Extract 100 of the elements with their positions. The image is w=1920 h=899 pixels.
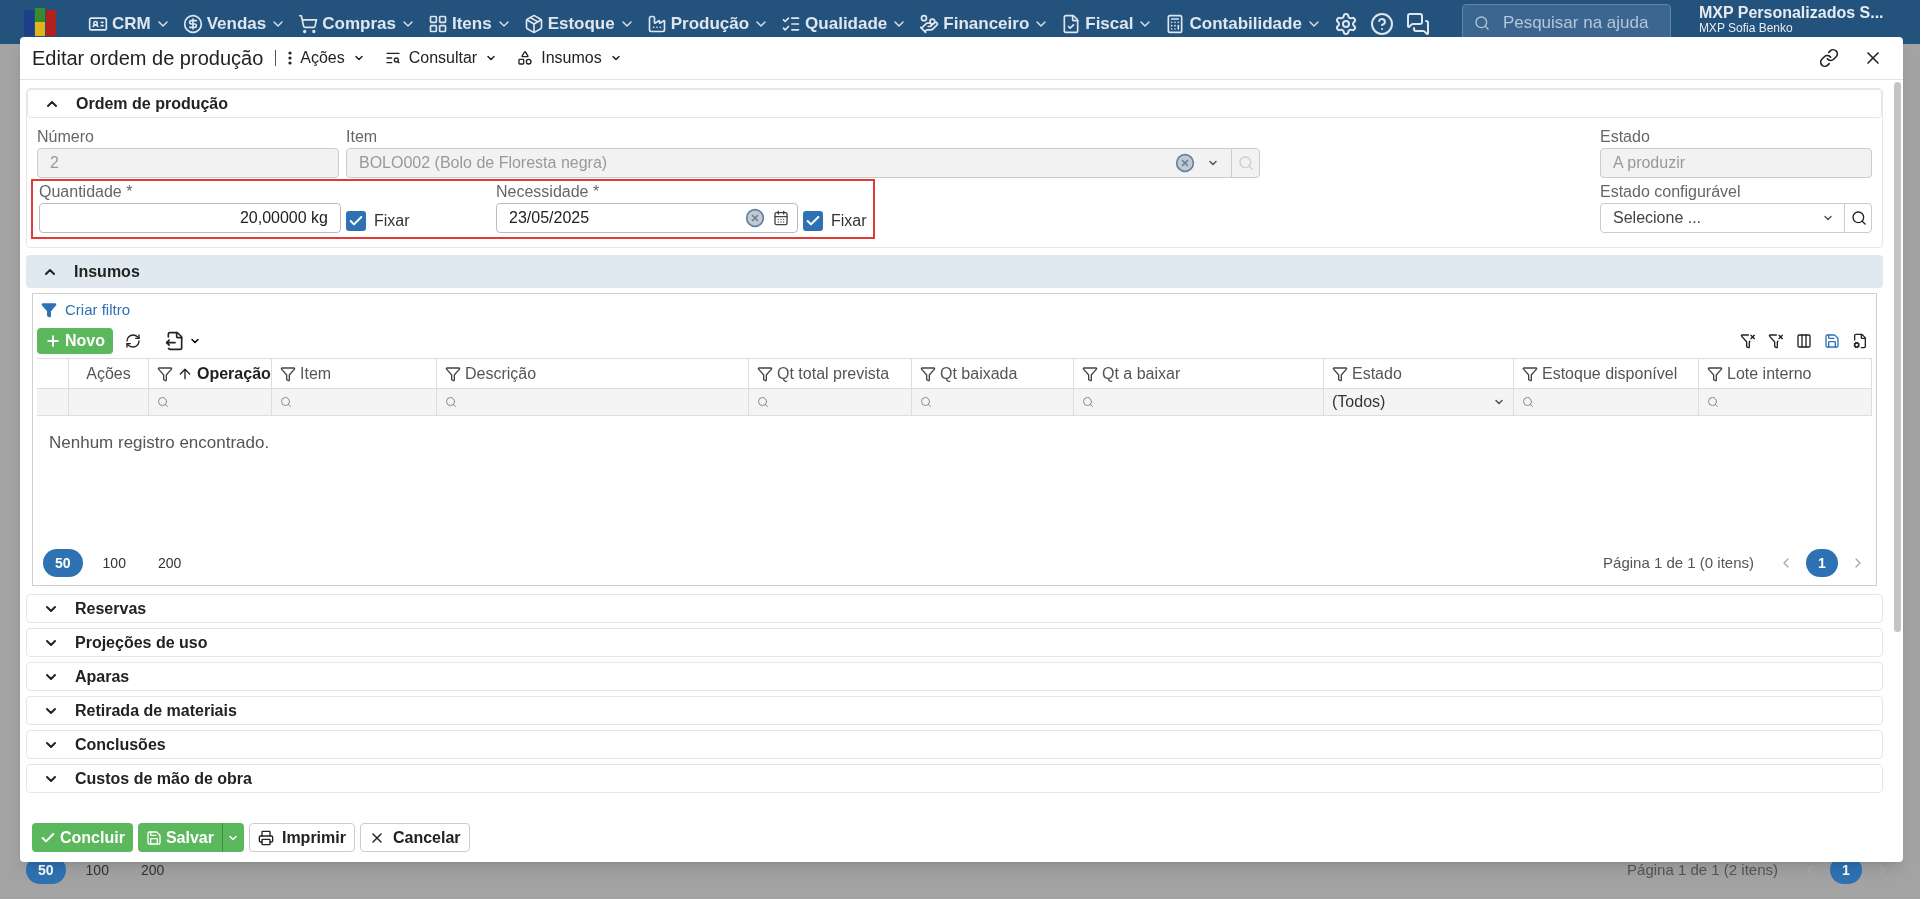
field-label: Estado configurável bbox=[1600, 182, 1742, 202]
quantity-field[interactable]: 20,00000 kg bbox=[39, 203, 341, 233]
search-icon bbox=[1850, 210, 1867, 226]
filter-icon bbox=[1332, 365, 1348, 382]
nav-menu-item[interactable]: CRM bbox=[88, 11, 171, 37]
toolbar-menu[interactable]: Ações bbox=[288, 46, 365, 70]
column-header[interactable]: Qt baixada bbox=[912, 359, 1074, 388]
search-icon bbox=[157, 396, 169, 408]
filter-icon bbox=[157, 365, 173, 382]
date-field[interactable]: 23/05/2025 bbox=[496, 203, 798, 233]
clear-filter-icon[interactable] bbox=[1768, 333, 1784, 349]
filter-icon bbox=[757, 365, 773, 382]
checkbox[interactable] bbox=[346, 211, 366, 231]
field-label: Número bbox=[37, 127, 95, 147]
menu-icon bbox=[1061, 14, 1082, 34]
create-filter-link[interactable]: Criar filtro bbox=[41, 300, 1872, 320]
filter-icon bbox=[280, 365, 296, 382]
calendar-icon[interactable] bbox=[773, 210, 789, 226]
column-header[interactable]: Estoque disponível bbox=[1514, 359, 1699, 388]
page-button[interactable]: 1 bbox=[1806, 549, 1838, 577]
search-icon bbox=[1473, 15, 1490, 31]
section-header[interactable]: Retirada de materiais bbox=[26, 696, 1883, 725]
checkbox-label: Fixar bbox=[374, 211, 410, 231]
nav-menu-item[interactable]: Compras bbox=[298, 11, 416, 37]
section-title: Aparas bbox=[75, 666, 130, 687]
refresh-icon[interactable] bbox=[125, 333, 141, 349]
filter-icon bbox=[1707, 365, 1723, 382]
help-icon[interactable] bbox=[1369, 12, 1394, 36]
column-header[interactable]: Qt total prevista bbox=[749, 359, 912, 388]
settings-file-icon[interactable] bbox=[1852, 333, 1868, 349]
section-header[interactable]: Projeções de uso bbox=[26, 628, 1883, 657]
section-header[interactable]: Ordem de produção bbox=[27, 89, 1882, 118]
column-header[interactable]: Descrição bbox=[437, 359, 749, 388]
search-icon bbox=[1707, 396, 1719, 408]
settings-icon[interactable] bbox=[1333, 12, 1358, 36]
nav-menu-item[interactable]: Produção bbox=[646, 11, 770, 37]
section-header[interactable]: Aparas bbox=[26, 662, 1883, 691]
nav-menu-item[interactable]: Fiscal bbox=[1061, 11, 1154, 37]
cancel-button[interactable]: Cancelar bbox=[359, 823, 470, 852]
nav-menu-item[interactable]: Itens bbox=[427, 11, 512, 37]
menu-icon bbox=[919, 14, 940, 34]
nav-menu-item[interactable]: Qualidade bbox=[781, 11, 908, 37]
link-icon[interactable] bbox=[1819, 48, 1839, 68]
page-size-option[interactable]: 100 bbox=[90, 549, 138, 577]
search-icon bbox=[1522, 396, 1534, 408]
columns-icon[interactable] bbox=[1796, 333, 1812, 349]
save-layout-icon[interactable] bbox=[1824, 333, 1840, 349]
section-title: Projeções de uso bbox=[75, 632, 208, 653]
clear-filter-icon[interactable] bbox=[1740, 333, 1756, 349]
print-button[interactable]: Imprimir bbox=[248, 823, 355, 852]
page-size-option[interactable]: 50 bbox=[43, 549, 83, 577]
filter-icon bbox=[920, 365, 936, 382]
field-label: Item bbox=[346, 127, 379, 147]
empty-message: Nenhum registro encontrado. bbox=[49, 432, 271, 454]
filter-icon bbox=[445, 365, 461, 382]
column-header[interactable]: Lote interno bbox=[1699, 359, 1872, 388]
search-icon bbox=[1082, 396, 1094, 408]
menu-icon bbox=[88, 14, 108, 34]
column-header[interactable]: Estado bbox=[1324, 359, 1514, 388]
section-title: Reservas bbox=[75, 598, 147, 619]
chat-icon[interactable] bbox=[1405, 12, 1430, 36]
dialog-title: Editar ordem de produção bbox=[32, 46, 264, 71]
field-label: Necessidade * bbox=[496, 182, 601, 202]
nav-menu-item[interactable]: Vendas bbox=[182, 11, 287, 37]
save-options-button[interactable] bbox=[221, 823, 244, 852]
column-header[interactable]: Item bbox=[272, 359, 437, 388]
filter-icon bbox=[41, 302, 57, 318]
column-filter-select[interactable]: (Todos) bbox=[1324, 389, 1514, 415]
export-icon[interactable] bbox=[165, 331, 185, 351]
toolbar-menu[interactable]: Insumos bbox=[517, 46, 622, 70]
search-icon bbox=[757, 396, 769, 408]
page-info: Página 1 de 1 (0 itens) bbox=[1603, 552, 1754, 573]
save-icon bbox=[145, 829, 162, 846]
nav-menu-item[interactable]: Financeiro bbox=[919, 11, 1050, 37]
column-header[interactable]: Operação bbox=[149, 359, 272, 388]
field-label: Estado bbox=[1600, 127, 1651, 147]
page-size-option[interactable]: 200 bbox=[145, 549, 194, 577]
page-size-option[interactable]: 100 bbox=[73, 856, 121, 884]
section-title: Insumos bbox=[74, 261, 140, 282]
search-icon bbox=[280, 396, 292, 408]
column-header[interactable]: Qt a baixar bbox=[1074, 359, 1324, 388]
column-header[interactable]: Ações bbox=[69, 359, 149, 388]
logo-icon bbox=[24, 8, 56, 36]
clear-icon[interactable] bbox=[745, 208, 765, 228]
page-size-option[interactable]: 200 bbox=[128, 856, 177, 884]
user-name: MXP Sofia Benko bbox=[1698, 22, 1794, 35]
menu-icon bbox=[427, 14, 448, 34]
checkbox[interactable] bbox=[803, 211, 823, 231]
scrollbar[interactable] bbox=[1894, 82, 1901, 632]
section-header[interactable]: Reservas bbox=[26, 594, 1883, 623]
nav-menu-item[interactable]: Contabilidade bbox=[1165, 11, 1322, 37]
toolbar-menu[interactable]: Consultar bbox=[384, 46, 498, 70]
section-header[interactable]: Insumos bbox=[26, 255, 1883, 288]
filter-icon bbox=[1082, 365, 1098, 382]
section-header[interactable]: Conclusões bbox=[26, 730, 1883, 759]
nav-menu-item[interactable]: Estoque bbox=[523, 11, 635, 37]
menu-icon bbox=[646, 14, 667, 34]
section-header[interactable]: Custos de mão de obra bbox=[26, 764, 1883, 793]
section-title: Conclusões bbox=[75, 734, 166, 755]
configurable-state-select[interactable]: Selecione ... bbox=[1600, 203, 1872, 233]
